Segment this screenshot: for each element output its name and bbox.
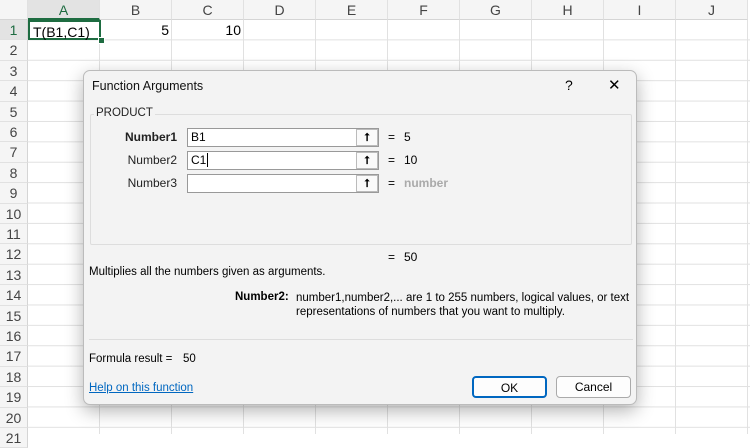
arg-label-number2: Number2 xyxy=(127,153,177,167)
row-header-15[interactable]: 15 xyxy=(0,305,28,326)
row-header-8[interactable]: 8 xyxy=(0,162,28,184)
number3-input[interactable] xyxy=(187,174,379,193)
collapse-ref-button-2[interactable]: ⭡ xyxy=(356,152,378,169)
cell-a1[interactable]: T(B1,C1) xyxy=(28,20,101,40)
column-header-a[interactable]: A xyxy=(28,0,100,20)
arg-result-2: 10 xyxy=(404,153,418,167)
number1-input[interactable]: B1 xyxy=(187,128,379,147)
column-header-j[interactable]: J xyxy=(676,0,748,20)
equals: = xyxy=(388,153,396,167)
ok-button[interactable]: OK xyxy=(472,376,547,398)
function-total: 50 xyxy=(404,250,418,264)
arg-help-text: number1,number2,... are 1 to 255 numbers… xyxy=(296,292,630,318)
column-header-g[interactable]: G xyxy=(460,0,532,20)
cancel-button[interactable]: Cancel xyxy=(556,376,631,398)
collapse-ref-button-3[interactable]: ⭡ xyxy=(356,175,378,192)
cell-b1[interactable]: 5 xyxy=(100,20,172,40)
column-header-d[interactable]: D xyxy=(244,0,316,20)
divider xyxy=(89,339,633,340)
column-header-h[interactable]: H xyxy=(532,0,604,20)
number2-input[interactable]: C1 xyxy=(187,151,379,170)
row-header-4[interactable]: 4 xyxy=(0,81,28,102)
column-header-f[interactable]: F xyxy=(388,0,460,20)
arg-label-number3: Number3 xyxy=(127,176,177,190)
row-header-11[interactable]: 11 xyxy=(0,224,28,245)
arg-result-3: number xyxy=(404,176,449,190)
row-header-3[interactable]: 3 xyxy=(0,60,28,82)
select-all-corner[interactable] xyxy=(0,0,28,20)
row-header-13[interactable]: 13 xyxy=(0,264,28,286)
equals: = xyxy=(388,250,396,264)
row-header-16[interactable]: 16 xyxy=(0,326,28,347)
row-header-19[interactable]: 19 xyxy=(0,387,28,408)
formula-result-value: 50 xyxy=(183,353,196,365)
row-header-21[interactable]: 21 xyxy=(0,428,28,448)
column-header-e[interactable]: E xyxy=(316,0,388,20)
collapse-ref-button-1[interactable]: ⭡ xyxy=(356,129,378,146)
row-header-10[interactable]: 10 xyxy=(0,203,28,224)
row-header-12[interactable]: 12 xyxy=(0,244,28,265)
function-name: PRODUCT xyxy=(94,107,155,119)
row-header-2[interactable]: 2 xyxy=(0,40,28,61)
column-header-i[interactable]: I xyxy=(604,0,676,20)
function-description: Multiplies all the numbers given as argu… xyxy=(89,266,326,278)
cell-c1[interactable]: 10 xyxy=(172,20,244,40)
help-link[interactable]: Help on this function xyxy=(89,382,193,394)
column-header-c[interactable]: C xyxy=(172,0,244,20)
row-header-14[interactable]: 14 xyxy=(0,285,28,306)
dialog-title: Function Arguments xyxy=(92,79,204,93)
row-header-9[interactable]: 9 xyxy=(0,183,28,204)
column-header-b[interactable]: B xyxy=(100,0,172,20)
row-header-1[interactable]: 1 xyxy=(0,20,28,41)
arg-help-label: Number2: xyxy=(235,291,289,303)
row-header-18[interactable]: 18 xyxy=(0,366,28,388)
equals: = xyxy=(388,176,396,190)
arg-label-number1: Number1 xyxy=(124,130,177,144)
row-header-6[interactable]: 6 xyxy=(0,122,28,143)
formula-result-label: Formula result = xyxy=(89,353,173,365)
row-header-5[interactable]: 5 xyxy=(0,101,28,122)
equals: = xyxy=(388,130,396,144)
help-icon[interactable]: ? xyxy=(565,77,573,93)
function-arguments-dialog: Function Arguments ? ✕ PRODUCT Number1 B… xyxy=(83,70,637,405)
arg-result-1: 5 xyxy=(404,130,411,144)
row-header-7[interactable]: 7 xyxy=(0,142,28,163)
row-header-20[interactable]: 20 xyxy=(0,407,28,428)
number2-value: C1 xyxy=(191,153,207,167)
close-icon[interactable]: ✕ xyxy=(608,76,621,94)
row-header-17[interactable]: 17 xyxy=(0,346,28,367)
